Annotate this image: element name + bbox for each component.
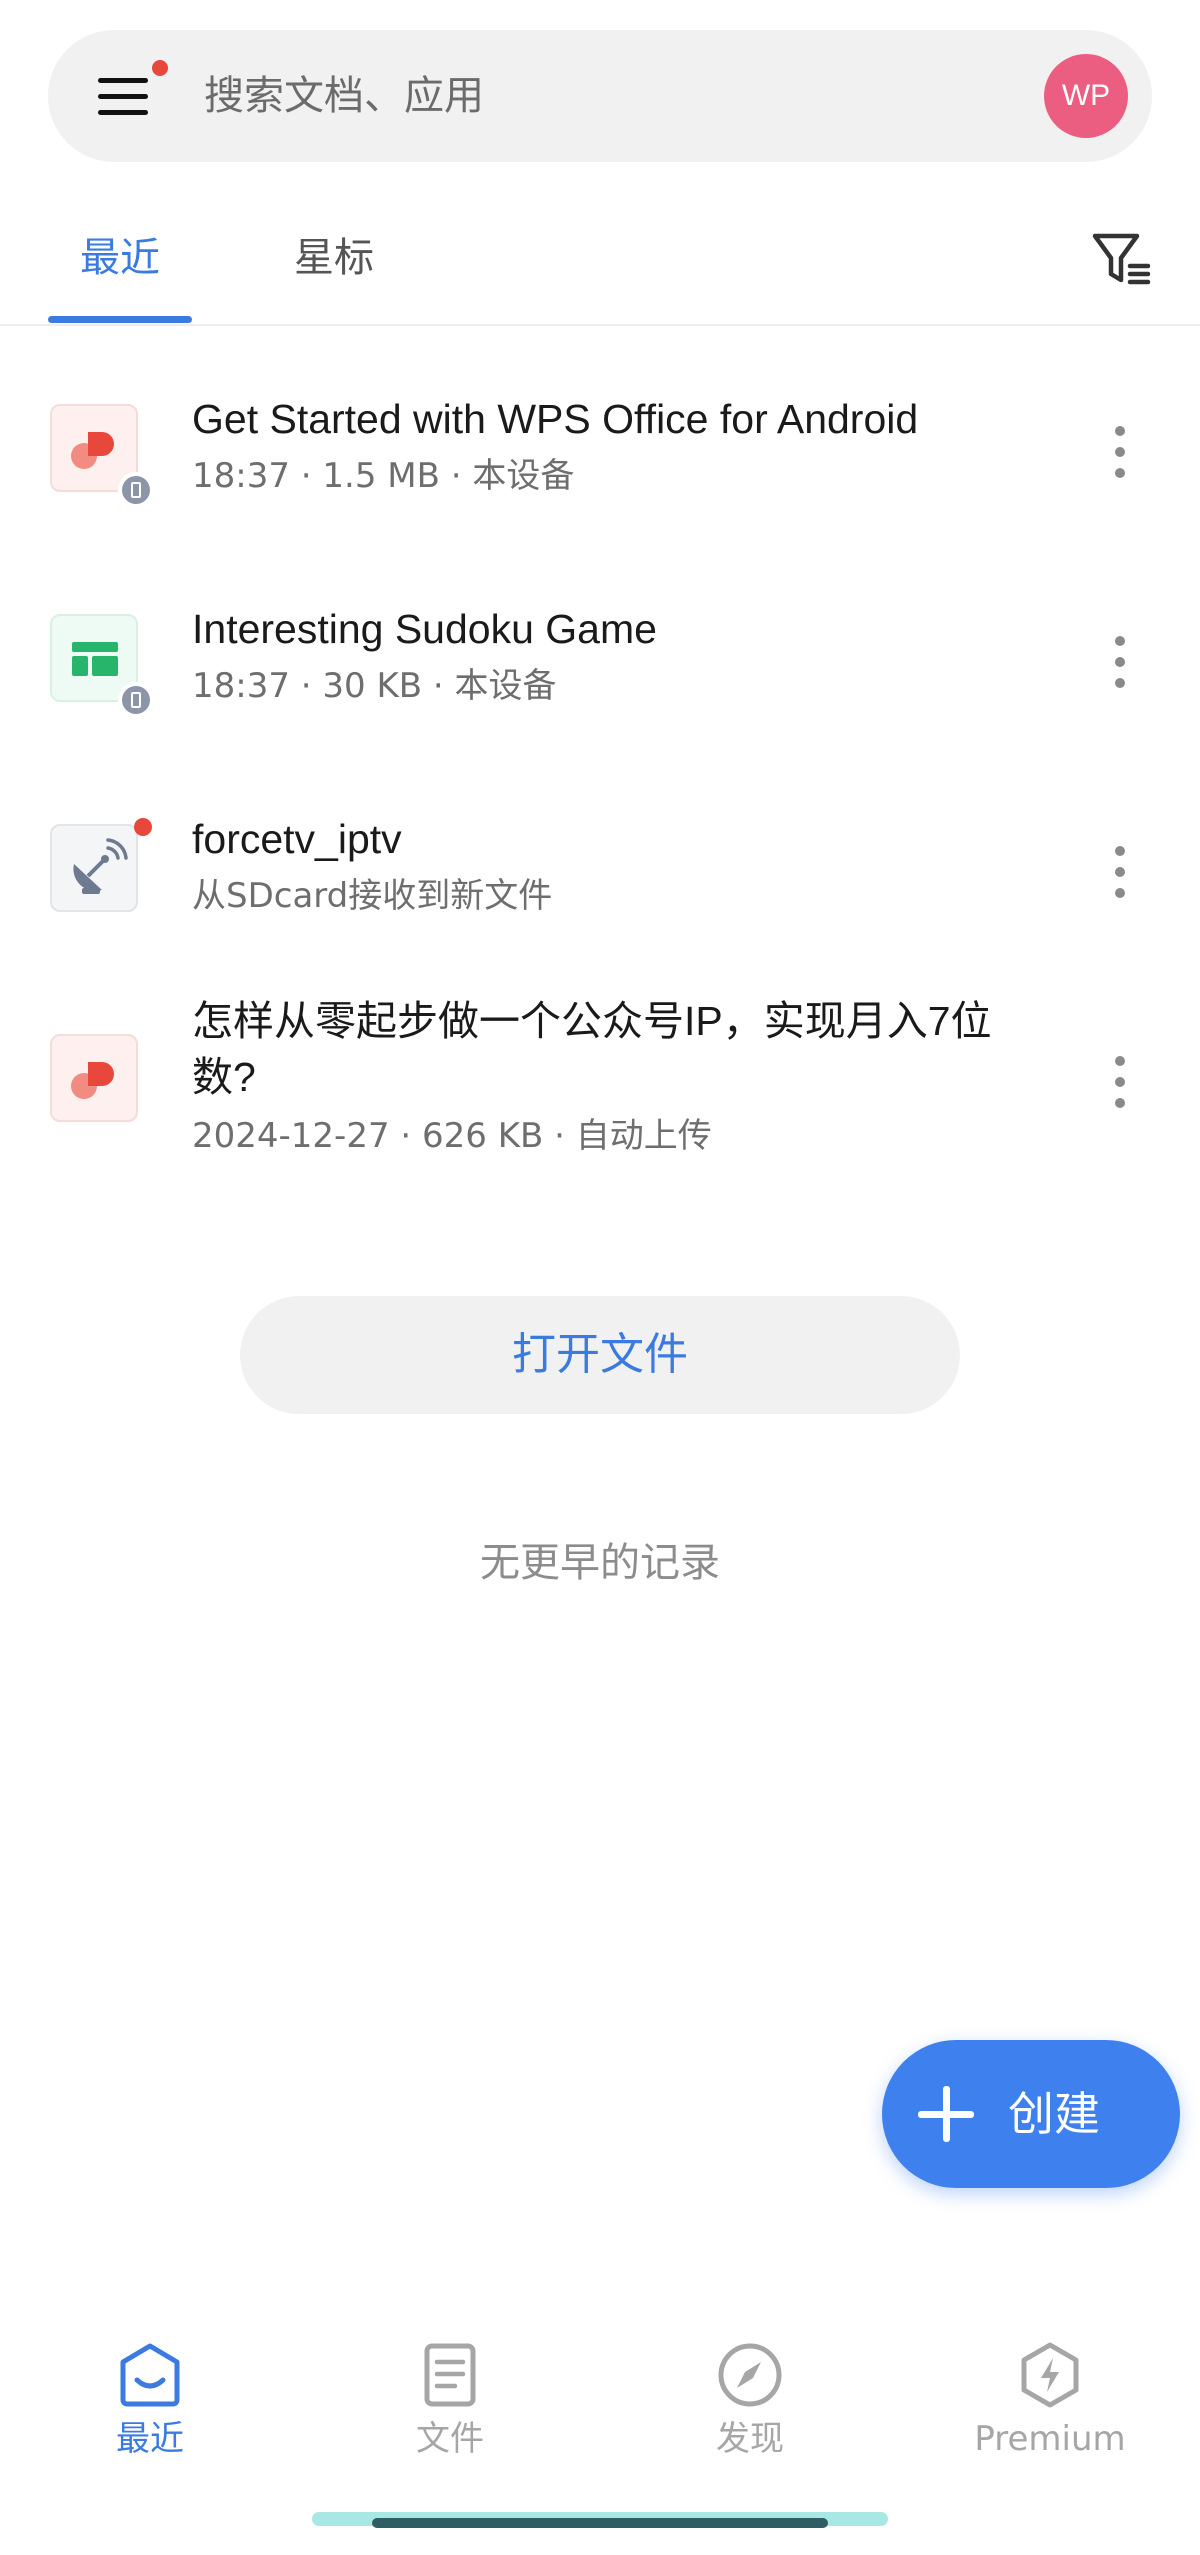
more-dot <box>1115 867 1125 877</box>
more-options-button[interactable] <box>1100 422 1140 482</box>
file-name: Get Started with WPS Office for Android <box>192 396 919 442</box>
more-dot <box>1115 1077 1125 1087</box>
hamburger-line <box>98 94 148 99</box>
file-meta: 18:37 · 1.5 MB · 本设备 <box>192 456 575 496</box>
menu-button[interactable] <box>98 60 168 124</box>
filter-icon <box>1092 233 1151 285</box>
more-options-button[interactable] <box>1100 842 1140 902</box>
more-dot <box>1115 657 1125 667</box>
home-icon <box>120 2343 180 2407</box>
nav-label: Premium <box>974 2419 1126 2459</box>
new-file-dot <box>134 818 152 836</box>
more-options-button[interactable] <box>1100 632 1140 692</box>
more-dot <box>1115 888 1125 898</box>
file-meta: 2024-12-27 · 626 KB · 自动上传 <box>192 1116 712 1156</box>
more-vertical-icon <box>1115 426 1125 436</box>
file-name: 怎样从零起步做一个公众号IP，实现月入7位 <box>192 998 992 1044</box>
list-item[interactable]: 怎样从零起步做一个公众号IP，实现月入7位 数? 2024-12-27 · 62… <box>0 990 1200 1180</box>
search-input[interactable]: 搜索文档、应用 <box>204 68 484 124</box>
nav-premium[interactable]: Premium <box>930 2340 1170 2462</box>
file-name-continued: 数? <box>192 1054 256 1100</box>
more-dot <box>1115 447 1125 457</box>
file-meta: 18:37 · 30 KB · 本设备 <box>192 666 557 706</box>
search-bar[interactable]: 搜索文档、应用 WP <box>48 30 1152 162</box>
active-tab-indicator <box>48 316 192 323</box>
more-dot <box>1115 678 1125 688</box>
nav-label: 发现 <box>716 2419 784 2459</box>
device-icon <box>118 472 154 508</box>
nav-label: 文件 <box>416 2419 484 2459</box>
tab-recent[interactable]: 最近 <box>80 230 160 286</box>
file-name: forcetv_iptv <box>192 816 402 862</box>
hamburger-line <box>98 110 148 115</box>
list-item[interactable]: Get Started with WPS Office for Android … <box>0 370 1200 530</box>
plus-icon-stroke <box>943 2086 950 2142</box>
nav-recent[interactable]: 最近 <box>30 2340 270 2462</box>
compass-icon <box>718 2343 782 2407</box>
home-indicator[interactable] <box>372 2518 828 2528</box>
device-icon <box>118 682 154 718</box>
open-file-button[interactable]: 打开文件 <box>240 1296 960 1414</box>
file-name: Interesting Sudoku Game <box>192 606 657 652</box>
divider <box>0 324 1200 326</box>
create-button[interactable]: 创建 <box>882 2040 1180 2188</box>
avatar[interactable]: WP <box>1044 54 1128 138</box>
more-vertical-icon <box>1115 846 1125 856</box>
create-label: 创建 <box>1008 2087 1100 2141</box>
nav-discover[interactable]: 发现 <box>630 2340 870 2462</box>
satellite-dish-icon <box>50 824 138 912</box>
list-item[interactable]: Interesting Sudoku Game 18:37 · 30 KB · … <box>0 580 1200 740</box>
more-vertical-icon <box>1115 1056 1125 1066</box>
more-dot <box>1115 468 1125 478</box>
notification-dot <box>152 60 168 76</box>
nav-label: 最近 <box>116 2419 184 2459</box>
no-more-records-text: 无更早的记录 <box>480 1540 720 1586</box>
filter-button[interactable] <box>1090 228 1154 292</box>
more-options-button[interactable] <box>1100 1052 1140 1112</box>
file-meta: 从SDcard接收到新文件 <box>192 876 553 916</box>
more-dot <box>1115 1098 1125 1108</box>
tab-starred[interactable]: 星标 <box>294 230 374 286</box>
premium-icon <box>1021 2342 1079 2408</box>
pdf-file-icon <box>50 1034 138 1122</box>
nav-files[interactable]: 文件 <box>330 2340 570 2462</box>
hamburger-icon <box>98 78 148 83</box>
list-item[interactable]: forcetv_iptv 从SDcard接收到新文件 <box>0 790 1200 950</box>
more-vertical-icon <box>1115 636 1125 646</box>
document-icon <box>424 2343 476 2407</box>
